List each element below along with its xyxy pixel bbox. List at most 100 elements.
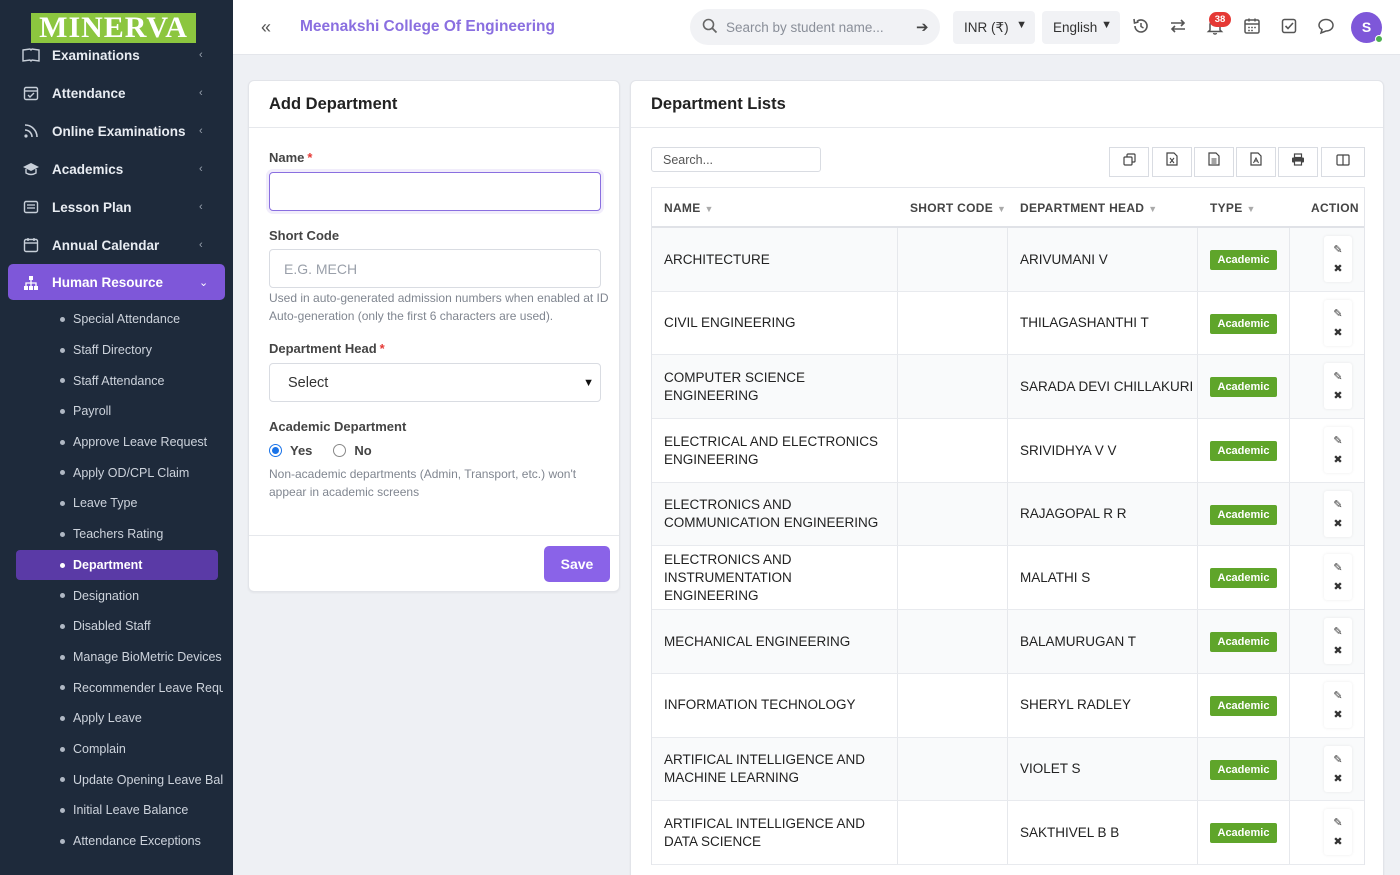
bullet-icon — [60, 808, 65, 813]
department-head-select[interactable]: Select ▼ — [269, 363, 601, 402]
table-row: COMPUTER SCIENCE ENGINEERING SARADA DEVI… — [652, 355, 1364, 420]
table-search-input[interactable] — [651, 147, 821, 172]
user-avatar[interactable]: S — [1351, 12, 1383, 43]
column-divider — [897, 610, 898, 673]
arrow-right-icon[interactable]: ➔ — [916, 18, 929, 36]
chevron-left-icon: ‹ — [199, 163, 203, 175]
sort-icon: ▼ — [1148, 204, 1158, 214]
submenu-item[interactable]: Manage BioMetric Devices — [0, 642, 233, 673]
edit-pencil-icon[interactable]: ✎ — [1331, 307, 1345, 321]
sidebar-item-lesson-plan[interactable]: Lesson Plan ‹ — [0, 188, 233, 226]
sidebar-item-online-examinations[interactable]: Online Examinations ‹ — [0, 112, 233, 150]
column-header-type[interactable]: TYPE ▼ — [1210, 188, 1256, 228]
delete-x-icon[interactable]: ✖ — [1331, 326, 1345, 340]
export-csv-button[interactable] — [1194, 147, 1234, 177]
type-badge: Academic — [1210, 632, 1277, 653]
submenu-item[interactable]: Attendance Exceptions — [0, 826, 233, 857]
submenu-item[interactable]: Approve Leave Request — [0, 427, 233, 458]
sidebar-item-academics[interactable]: Academics ‹ — [0, 150, 233, 188]
submenu-item[interactable]: Leave Type — [0, 488, 233, 519]
academic-yes-radio[interactable] — [269, 443, 282, 457]
sidebar-item-human-resource[interactable]: Human Resource ⌄ — [8, 264, 225, 300]
submenu-item[interactable]: Apply OD/CPL Claim — [0, 457, 233, 488]
search-icon — [702, 18, 718, 34]
column-header-short-code[interactable]: SHORT CODE ▼ — [910, 188, 1006, 228]
delete-x-icon[interactable]: ✖ — [1331, 708, 1345, 722]
student-search-input[interactable] — [726, 17, 906, 37]
export-pdf-button[interactable] — [1236, 147, 1276, 177]
exchange-icon[interactable] — [1168, 17, 1188, 37]
cell-short-code — [910, 738, 1000, 801]
minerva-logo[interactable]: MINERVA — [31, 13, 196, 43]
column-divider — [1289, 546, 1290, 610]
delete-x-icon[interactable]: ✖ — [1331, 517, 1345, 531]
edit-pencil-icon[interactable]: ✎ — [1331, 816, 1345, 830]
submenu-item-department[interactable]: Department — [16, 549, 218, 581]
table-row: ELECTRONICS AND COMMUNICATION ENGINEERIN… — [652, 482, 1364, 547]
column-header-name[interactable]: NAME ▼ — [664, 188, 714, 228]
delete-x-icon[interactable]: ✖ — [1331, 580, 1345, 594]
language-select[interactable]: English ▼ — [1042, 11, 1120, 44]
submenu-item[interactable]: Designation — [0, 580, 233, 611]
sidebar-item-attendance[interactable]: Attendance ‹ — [0, 74, 233, 112]
academic-no-radio[interactable] — [333, 443, 347, 457]
name-input[interactable] — [269, 172, 601, 211]
calendar-icon[interactable] — [1242, 17, 1262, 37]
delete-x-icon[interactable]: ✖ — [1331, 772, 1345, 786]
delete-x-icon[interactable]: ✖ — [1331, 644, 1345, 658]
chat-icon[interactable] — [1316, 17, 1336, 37]
history-icon[interactable] — [1131, 17, 1151, 37]
export-excel-button[interactable] — [1152, 147, 1192, 177]
edit-pencil-icon[interactable]: ✎ — [1331, 625, 1345, 639]
edit-pencil-icon[interactable]: ✎ — [1331, 434, 1345, 448]
department-head-value: Select — [288, 375, 329, 391]
print-button[interactable] — [1278, 147, 1318, 177]
currency-select[interactable]: INR (₹) ▼ — [953, 11, 1035, 44]
delete-x-icon[interactable]: ✖ — [1331, 262, 1345, 276]
submenu-item[interactable]: Initial Leave Balance — [0, 795, 233, 826]
academic-radio-group: Yes No — [269, 440, 372, 460]
column-visibility-button[interactable] — [1321, 147, 1365, 177]
cell-department-head: SAKTHIVEL B B — [1020, 824, 1120, 840]
edit-pencil-icon[interactable]: ✎ — [1331, 689, 1345, 703]
submenu-item[interactable]: Staff Attendance — [0, 365, 233, 396]
submenu-item[interactable]: Update Opening Leave Balance — [0, 764, 233, 795]
submenu-item[interactable]: Complain — [0, 734, 233, 765]
divider — [249, 535, 619, 536]
edit-pencil-icon[interactable]: ✎ — [1331, 753, 1345, 767]
submenu-item[interactable]: Disabled Staff — [0, 611, 233, 642]
cell-name: MECHANICAL ENGINEERING — [664, 633, 851, 649]
type-badge: Academic — [1210, 695, 1277, 716]
column-header-label: SHORT CODE — [910, 201, 994, 215]
row-actions: ✎ ✖ — [1324, 618, 1352, 665]
type-badge: Academic — [1210, 313, 1277, 334]
edit-pencil-icon[interactable]: ✎ — [1331, 243, 1345, 257]
collapse-sidebar-icon[interactable]: « — [261, 17, 271, 38]
column-divider — [897, 419, 898, 482]
submenu-item[interactable]: Recommender Leave Request — [0, 672, 233, 703]
short-code-input[interactable] — [269, 249, 601, 288]
delete-x-icon[interactable]: ✖ — [1331, 389, 1345, 403]
table-row: ARTIFICAL INTELLIGENCE AND MACHINE LEARN… — [652, 737, 1364, 802]
submenu-item[interactable]: Teachers Rating — [0, 519, 233, 550]
sidebar-item-annual-calendar[interactable]: Annual Calendar ‹ — [0, 226, 233, 264]
task-check-icon[interactable] — [1279, 17, 1299, 37]
edit-pencil-icon[interactable]: ✎ — [1331, 561, 1345, 575]
submenu-item[interactable]: Special Attendance — [0, 304, 233, 335]
submenu-item[interactable]: Payroll — [0, 396, 233, 427]
cell-short-code — [910, 546, 1000, 609]
column-header-department-head[interactable]: DEPARTMENT HEAD ▼ — [1020, 188, 1158, 228]
delete-x-icon[interactable]: ✖ — [1331, 835, 1345, 849]
type-badge: Academic — [1210, 250, 1277, 270]
save-button[interactable]: Save — [544, 546, 610, 582]
chevron-left-icon: ‹ — [199, 239, 203, 251]
required-mark: * — [307, 150, 313, 165]
column-divider — [1197, 737, 1198, 801]
submenu-item[interactable]: Staff Directory — [0, 335, 233, 366]
edit-pencil-icon[interactable]: ✎ — [1331, 370, 1345, 384]
edit-pencil-icon[interactable]: ✎ — [1331, 498, 1345, 512]
copy-button[interactable] — [1109, 147, 1149, 177]
row-actions: ✎ ✖ — [1324, 554, 1352, 601]
delete-x-icon[interactable]: ✖ — [1331, 453, 1345, 467]
submenu-item[interactable]: Apply Leave — [0, 703, 233, 734]
